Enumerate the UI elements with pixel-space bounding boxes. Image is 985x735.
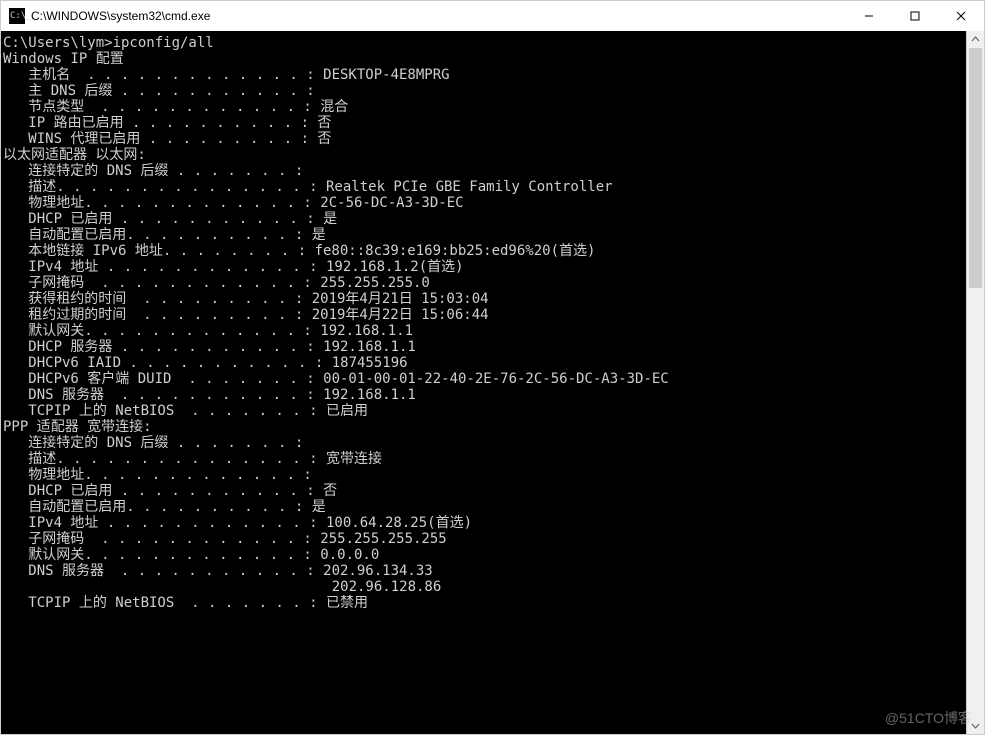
terminal-line: 物理地址. . . . . . . . . . . . . :: [3, 467, 966, 483]
terminal-output[interactable]: C:\Users\lym>ipconfig/allWindows IP 配置 主…: [1, 31, 966, 734]
window-titlebar[interactable]: C:\WINDOWS\system32\cmd.exe: [1, 1, 984, 32]
terminal-line: 描述. . . . . . . . . . . . . . . : Realte…: [3, 179, 966, 195]
terminal-line: 连接特定的 DNS 后缀 . . . . . . . :: [3, 163, 966, 179]
terminal-line: 物理地址. . . . . . . . . . . . . : 2C-56-DC…: [3, 195, 966, 211]
close-icon: [956, 11, 966, 21]
terminal-line: 主机名 . . . . . . . . . . . . . : DESKTOP-…: [3, 67, 966, 83]
terminal-line: 自动配置已启用. . . . . . . . . . : 是: [3, 227, 966, 243]
terminal-line: PPP 适配器 宽带连接:: [3, 419, 966, 435]
terminal-line: 默认网关. . . . . . . . . . . . . : 0.0.0.0: [3, 547, 966, 563]
terminal-line: IP 路由已启用 . . . . . . . . . . : 否: [3, 115, 966, 131]
terminal-line: 连接特定的 DNS 后缀 . . . . . . . :: [3, 435, 966, 451]
terminal-line: 子网掩码 . . . . . . . . . . . . : 255.255.2…: [3, 275, 966, 291]
watermark-text: @51CTO博客: [885, 708, 972, 728]
terminal-line: DHCPv6 客户端 DUID . . . . . . . : 00-01-00…: [3, 371, 966, 387]
scrollbar-track[interactable]: [967, 48, 984, 717]
terminal-line: 本地链接 IPv6 地址. . . . . . . . : fe80::8c39…: [3, 243, 966, 259]
terminal-line: TCPIP 上的 NetBIOS . . . . . . . : 已禁用: [3, 595, 966, 611]
terminal-line: IPv4 地址 . . . . . . . . . . . . : 192.16…: [3, 259, 966, 275]
maximize-button[interactable]: [892, 1, 938, 31]
chevron-down-icon: [971, 721, 980, 730]
scroll-up-button[interactable]: [967, 31, 984, 48]
terminal-line: IPv4 地址 . . . . . . . . . . . . : 100.64…: [3, 515, 966, 531]
cmd-icon: [9, 8, 25, 24]
maximize-icon: [910, 11, 920, 21]
terminal-line: 租约过期的时间 . . . . . . . . . : 2019年4月22日 1…: [3, 307, 966, 323]
terminal-line: 描述. . . . . . . . . . . . . . . : 宽带连接: [3, 451, 966, 467]
terminal-line: DHCP 已启用 . . . . . . . . . . . : 否: [3, 483, 966, 499]
terminal-line: 主 DNS 后缀 . . . . . . . . . . . :: [3, 83, 966, 99]
terminal-line: DHCP 服务器 . . . . . . . . . . . : 192.168…: [3, 339, 966, 355]
application-window: C:\WINDOWS\system32\cmd.exe C:\Users\lym…: [0, 0, 985, 735]
terminal-line: C:\Users\lym>ipconfig/all: [3, 35, 966, 51]
terminal-line: DNS 服务器 . . . . . . . . . . . : 192.168.…: [3, 387, 966, 403]
terminal-line: 自动配置已启用. . . . . . . . . . : 是: [3, 499, 966, 515]
scrollbar-thumb[interactable]: [969, 48, 982, 288]
terminal-line: 以太网适配器 以太网:: [3, 147, 966, 163]
terminal-line: Windows IP 配置: [3, 51, 966, 67]
terminal-line: DNS 服务器 . . . . . . . . . . . : 202.96.1…: [3, 563, 966, 579]
window-title: C:\WINDOWS\system32\cmd.exe: [31, 9, 846, 23]
minimize-button[interactable]: [846, 1, 892, 31]
window-client-area: C:\Users\lym>ipconfig/allWindows IP 配置 主…: [1, 31, 984, 734]
minimize-icon: [864, 11, 874, 21]
terminal-line: 节点类型 . . . . . . . . . . . . : 混合: [3, 99, 966, 115]
terminal-line: DHCPv6 IAID . . . . . . . . . . . : 1874…: [3, 355, 966, 371]
terminal-line: DHCP 已启用 . . . . . . . . . . . : 是: [3, 211, 966, 227]
chevron-up-icon: [971, 35, 980, 44]
close-button[interactable]: [938, 1, 984, 31]
terminal-line: 202.96.128.86: [3, 579, 966, 595]
terminal-line: 默认网关. . . . . . . . . . . . . : 192.168.…: [3, 323, 966, 339]
terminal-line: 子网掩码 . . . . . . . . . . . . : 255.255.2…: [3, 531, 966, 547]
vertical-scrollbar[interactable]: [966, 31, 984, 734]
terminal-line: 获得租约的时间 . . . . . . . . . : 2019年4月21日 1…: [3, 291, 966, 307]
terminal-line: WINS 代理已启用 . . . . . . . . . : 否: [3, 131, 966, 147]
terminal-line: TCPIP 上的 NetBIOS . . . . . . . : 已启用: [3, 403, 966, 419]
